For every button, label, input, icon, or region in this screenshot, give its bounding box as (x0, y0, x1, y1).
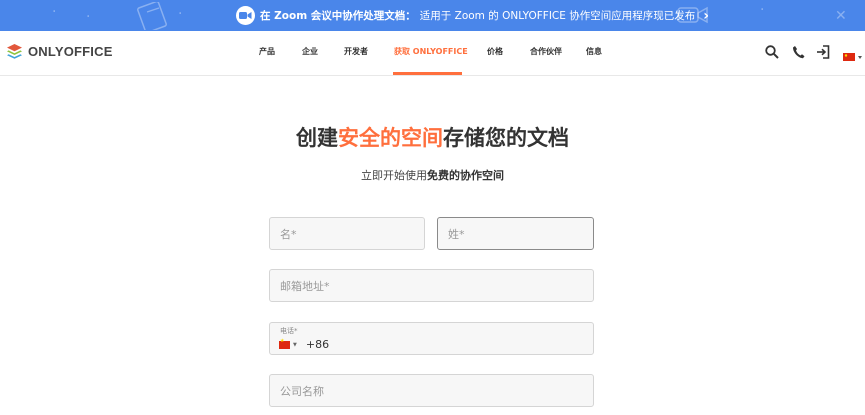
last-name-field[interactable]: 姓* (437, 217, 594, 250)
decor-dot: · (86, 9, 91, 25)
nav-item-info[interactable]: 信息 (586, 46, 602, 57)
phone-icon[interactable] (792, 44, 805, 63)
site-header: ONLYOFFICE 产品 企业 开发者 获取 ONLYOFFICE 价格 合作… (0, 31, 865, 76)
email-field[interactable]: 邮箱地址* (269, 269, 594, 302)
title-suffix: 存储您的文档 (443, 126, 569, 150)
company-name-field[interactable]: 公司名称 (269, 374, 594, 407)
china-flag-icon[interactable] (279, 338, 290, 349)
decor-dot: · (760, 2, 765, 18)
sign-in-icon[interactable] (816, 44, 830, 63)
chevron-right-icon[interactable]: › (703, 8, 709, 24)
banner-content[interactable]: 在 Zoom 会议中协作处理文档： 适用于 Zoom 的 ONLYOFFICE … (236, 6, 709, 25)
phone-country-code[interactable]: +86 (306, 338, 329, 351)
nav-item-get-onlyoffice[interactable]: 获取 ONLYOFFICE (394, 46, 468, 57)
chevron-down-icon[interactable]: ▼ (293, 342, 297, 348)
decor-dot: · (52, 4, 57, 20)
document-decor-icon (135, 0, 175, 31)
decor-dot: · (178, 6, 183, 22)
active-nav-indicator (393, 72, 462, 75)
nav-item-partners[interactable]: 合作伙伴 (530, 46, 562, 57)
title-accent: 安全的空间 (338, 126, 443, 150)
phone-field[interactable]: 电话* ▼ +86 (269, 322, 594, 355)
email-placeholder: 邮箱地址* (280, 279, 330, 293)
nav-item-products[interactable]: 产品 (259, 46, 275, 57)
subtitle-bold: 免费的协作空间 (427, 169, 504, 182)
first-name-placeholder: 名* (280, 227, 297, 241)
search-icon[interactable] (765, 44, 779, 63)
zoom-icon (236, 6, 255, 25)
nav-item-pricing[interactable]: 价格 (487, 46, 503, 57)
subtitle-prefix: 立即开始使用 (361, 169, 427, 182)
last-name-placeholder: 姓* (448, 227, 465, 241)
company-name-placeholder: 公司名称 (280, 384, 324, 398)
banner-text[interactable]: 适用于 Zoom 的 ONLYOFFICE 协作空间应用程序现已发布 (420, 8, 695, 23)
page-title: 创建安全的空间存储您的文档 (0, 122, 865, 152)
promo-banner[interactable]: · · · · ✕ 在 Zoom 会议中协作处理文档： 适用于 Zoom 的 O… (0, 0, 865, 31)
language-flag-icon[interactable] (843, 47, 863, 66)
title-prefix: 创建 (296, 126, 338, 150)
decor-dot: ✕ (835, 8, 847, 24)
banner-bold-text: 在 Zoom 会议中协作处理文档： (260, 10, 416, 22)
main-nav: 产品 企业 开发者 获取 ONLYOFFICE 价格 合作伙伴 信息 (0, 31, 865, 76)
first-name-field[interactable]: 名* (269, 217, 425, 250)
phone-input-row: ▼ +86 (279, 338, 329, 351)
nav-item-developers[interactable]: 开发者 (344, 46, 368, 57)
phone-label: 电话* (280, 327, 298, 335)
nav-item-enterprise[interactable]: 企业 (302, 46, 318, 57)
page-subtitle: 立即开始使用免费的协作空间 (0, 167, 865, 183)
